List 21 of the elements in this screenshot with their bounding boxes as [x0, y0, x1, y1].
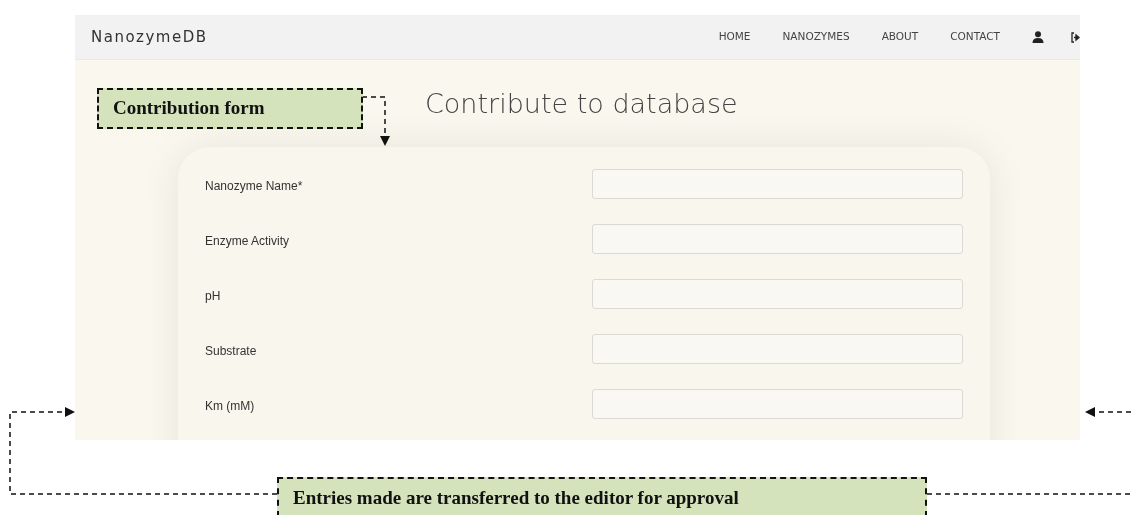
- annotation-label: Contribution form: [97, 88, 363, 129]
- nav-link[interactable]: NANOZYMES: [782, 29, 850, 45]
- field-label: Km (mM): [205, 398, 256, 416]
- nav-link[interactable]: HOME: [718, 29, 751, 45]
- field-label: Nanozyme Name*: [205, 178, 304, 196]
- page-heading: Contribute to database: [425, 88, 739, 121]
- nav-link[interactable]: ABOUT: [881, 29, 919, 45]
- input-field[interactable]: [592, 224, 963, 255]
- logout-icon[interactable]: [1071, 31, 1080, 43]
- annotation-label: Entries made are transferred to the editor for approval: [277, 477, 927, 515]
- input-field[interactable]: [592, 169, 963, 200]
- nav-link[interactable]: CONTACT: [950, 29, 1000, 45]
- field-label: pH: [205, 288, 222, 306]
- brand-name[interactable]: NanozymeDB: [91, 25, 208, 49]
- field-label: Substrate: [205, 343, 258, 361]
- input-field[interactable]: [592, 334, 963, 365]
- input-field[interactable]: [592, 389, 963, 420]
- field-label: Enzyme Activity: [205, 233, 291, 251]
- user-icon[interactable]: [1032, 31, 1044, 43]
- input-field[interactable]: [592, 279, 963, 310]
- connector-arrow: [361, 96, 390, 146]
